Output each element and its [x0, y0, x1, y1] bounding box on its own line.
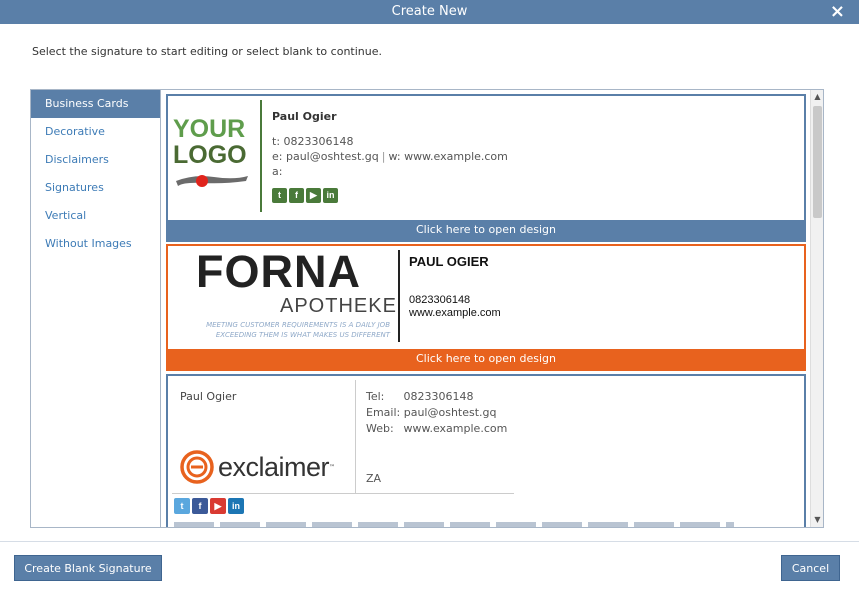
signature-web: www.example.com: [409, 307, 501, 319]
twitter-icon: t: [174, 498, 190, 514]
divider: [355, 380, 356, 494]
scroll-thumb[interactable]: [813, 106, 822, 218]
sidebar-item-vertical[interactable]: Vertical: [31, 202, 160, 230]
signature-name: PAUL OGIER: [409, 254, 489, 269]
template-card-exclaimer[interactable]: Paul Ogier Tel: 0823306148 Email: paul@o…: [166, 374, 806, 527]
template-browser: Business Cards Decorative Disclaimers Si…: [30, 89, 824, 528]
separator: |: [381, 150, 386, 163]
exclaimer-logo: exclaimer ™: [180, 450, 335, 484]
tagline-line1: MEETING CUSTOMER REQUIREMENTS IS A DAILY…: [206, 321, 390, 329]
signature-name: Paul Ogier: [272, 110, 337, 123]
vertical-scrollbar[interactable]: ▲ ▼: [810, 90, 823, 527]
social-icons: t f ▶ in: [272, 188, 338, 203]
logo-text-line1: YOUR: [173, 115, 246, 143]
web-label: Web:: [366, 422, 394, 435]
dialog-title: Create New: [391, 4, 468, 19]
sidebar-item-signatures[interactable]: Signatures: [31, 174, 160, 202]
apotheke-logo-text: APOTHEKE: [280, 295, 397, 317]
brush-stroke-image: [176, 175, 248, 187]
divider: [260, 100, 262, 212]
dialog-titlebar: Create New ×: [0, 0, 859, 24]
your-logo-placeholder: YOUR LOGO: [173, 116, 255, 168]
template-card-forna[interactable]: FORNA APOTHEKE MEETING CUSTOMER REQUIREM…: [166, 244, 806, 371]
signature-email-web: e: paul@oshtest.gq | w: www.example.com: [272, 150, 508, 163]
sidebar-item-disclaimers[interactable]: Disclaimers: [31, 146, 160, 174]
youtube-icon: ▶: [210, 498, 226, 514]
sidebar-item-business-cards[interactable]: Business Cards: [31, 90, 160, 118]
template-card-your-logo[interactable]: YOUR LOGO Paul Ogier t: 0823306148 e: pa…: [166, 94, 806, 242]
open-design-button[interactable]: Click here to open design: [168, 349, 804, 369]
linkedin-icon: in: [228, 498, 244, 514]
divider: [398, 250, 400, 342]
close-icon[interactable]: ×: [830, 1, 845, 23]
facebook-icon: f: [289, 188, 304, 203]
twitter-icon: t: [272, 188, 287, 203]
signature-web: w: www.example.com: [388, 150, 508, 163]
signature-name: Paul Ogier: [180, 390, 237, 403]
email-value: paul@oshtest.gq: [403, 406, 497, 419]
linkedin-icon: in: [323, 188, 338, 203]
logo-text-line2: LOGO: [173, 141, 247, 169]
email-label: Email:: [366, 406, 401, 419]
signature-web: Web: www.example.com: [366, 422, 507, 435]
disclaimer-text-cutoff: [174, 522, 734, 527]
social-icons: t f ▶ in: [174, 498, 244, 514]
exclaimer-logo-icon: [180, 450, 214, 484]
signature-address: a:: [272, 165, 283, 178]
tagline: MEETING CUSTOMER REQUIREMENTS IS A DAILY…: [172, 320, 390, 340]
tagline-line2: EXCEEDING THEM IS WHAT MAKES US DIFFEREN…: [215, 331, 390, 339]
template-list: YOUR LOGO Paul Ogier t: 0823306148 e: pa…: [162, 90, 810, 527]
tel-label: Tel:: [366, 390, 385, 403]
tel-value: 0823306148: [403, 390, 474, 403]
scroll-down-icon[interactable]: ▼: [811, 513, 824, 527]
signature-email: Email: paul@oshtest.gq: [366, 406, 497, 419]
web-value: www.example.com: [403, 422, 508, 435]
sidebar-item-without-images[interactable]: Without Images: [31, 230, 160, 258]
trademark-symbol: ™: [329, 463, 336, 471]
forna-logo-text: FORNA: [196, 246, 361, 297]
footer-divider: [0, 541, 859, 542]
scroll-up-icon[interactable]: ▲: [811, 90, 824, 104]
signature-email: e: paul@oshtest.gq: [272, 150, 379, 163]
create-blank-signature-button[interactable]: Create Blank Signature: [14, 555, 162, 581]
category-sidebar: Business Cards Decorative Disclaimers Si…: [31, 90, 161, 527]
signature-phone: Tel: 0823306148: [366, 390, 474, 403]
open-design-button[interactable]: Click here to open design: [168, 220, 804, 240]
signature-phone: 0823306148: [409, 294, 471, 306]
sidebar-item-decorative[interactable]: Decorative: [31, 118, 160, 146]
facebook-icon: f: [192, 498, 208, 514]
cancel-button[interactable]: Cancel: [781, 555, 840, 581]
youtube-icon: ▶: [306, 188, 321, 203]
instruction-text: Select the signature to start editing or…: [32, 45, 382, 58]
signature-phone: t: 0823306148: [272, 135, 354, 148]
signature-country: ZA: [366, 472, 382, 485]
exclaimer-logo-text: exclaimer: [218, 451, 330, 482]
